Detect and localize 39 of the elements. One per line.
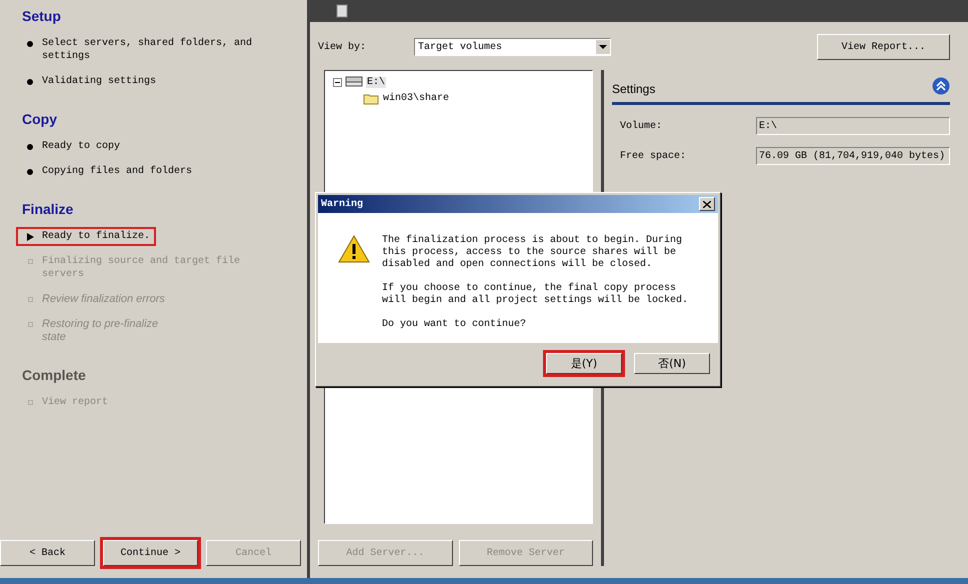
close-button[interactable] xyxy=(699,197,715,211)
wizard-button[interactable]: < Back xyxy=(0,540,95,566)
step-label: Review finalization errors xyxy=(42,293,165,306)
step-label: View report xyxy=(42,396,108,409)
dialog-button[interactable]: 否(N) xyxy=(634,353,710,374)
view-report-button[interactable]: View Report... xyxy=(817,34,950,60)
dialog-message: The finalization process is about to begin. During this process, access to the source shares will be disabled and open connections will be closed. xyxy=(382,235,684,271)
step-label: Select servers, shared folders, and settings xyxy=(42,37,254,63)
dialog-message: Do you want to continue? xyxy=(382,319,528,331)
view-by-label: View by: xyxy=(318,42,368,52)
close-icon xyxy=(703,200,711,208)
step-label: Finalizing source and target file servers xyxy=(42,255,242,281)
document-icon xyxy=(336,4,348,18)
step-label: Ready to finalize. xyxy=(42,230,150,243)
tree-item[interactable]: E:\ xyxy=(366,76,386,88)
dialog-title: Warning xyxy=(321,198,364,210)
section-title: Finalize xyxy=(22,201,74,217)
step-label: Copying files and folders xyxy=(42,165,192,178)
collapse-icon[interactable] xyxy=(333,78,342,86)
section-title: Copy xyxy=(22,111,58,127)
step-label: Ready to copy xyxy=(42,140,120,153)
field-label: Volume: xyxy=(620,120,664,132)
collapse-chevron-icon[interactable] xyxy=(932,77,950,95)
warning-icon xyxy=(338,235,370,263)
readonly-field: 76.09 GB (81,704,919,040 bytes) xyxy=(756,147,950,165)
dialog-button[interactable]: 是(Y) xyxy=(546,353,622,374)
settings-title: Settings xyxy=(612,82,656,96)
readonly-field: E:\ xyxy=(756,117,950,135)
folder-icon xyxy=(363,92,379,104)
wizard-button[interactable]: Continue > xyxy=(103,540,198,566)
dialog-message: If you choose to continue, the final copy process will begin and all project settings will be locked. xyxy=(382,283,690,307)
step-label: Restoring to pre-finalize state xyxy=(42,318,160,344)
field-label: Free space: xyxy=(620,150,688,162)
tree-item[interactable]: win03\share xyxy=(382,92,450,104)
view-by-dropdown[interactable]: Target volumes xyxy=(414,38,611,56)
step-label: Validating settings xyxy=(42,75,156,88)
server-icon xyxy=(345,75,363,89)
section-title: Complete xyxy=(22,367,87,383)
section-title: Setup xyxy=(22,8,62,24)
